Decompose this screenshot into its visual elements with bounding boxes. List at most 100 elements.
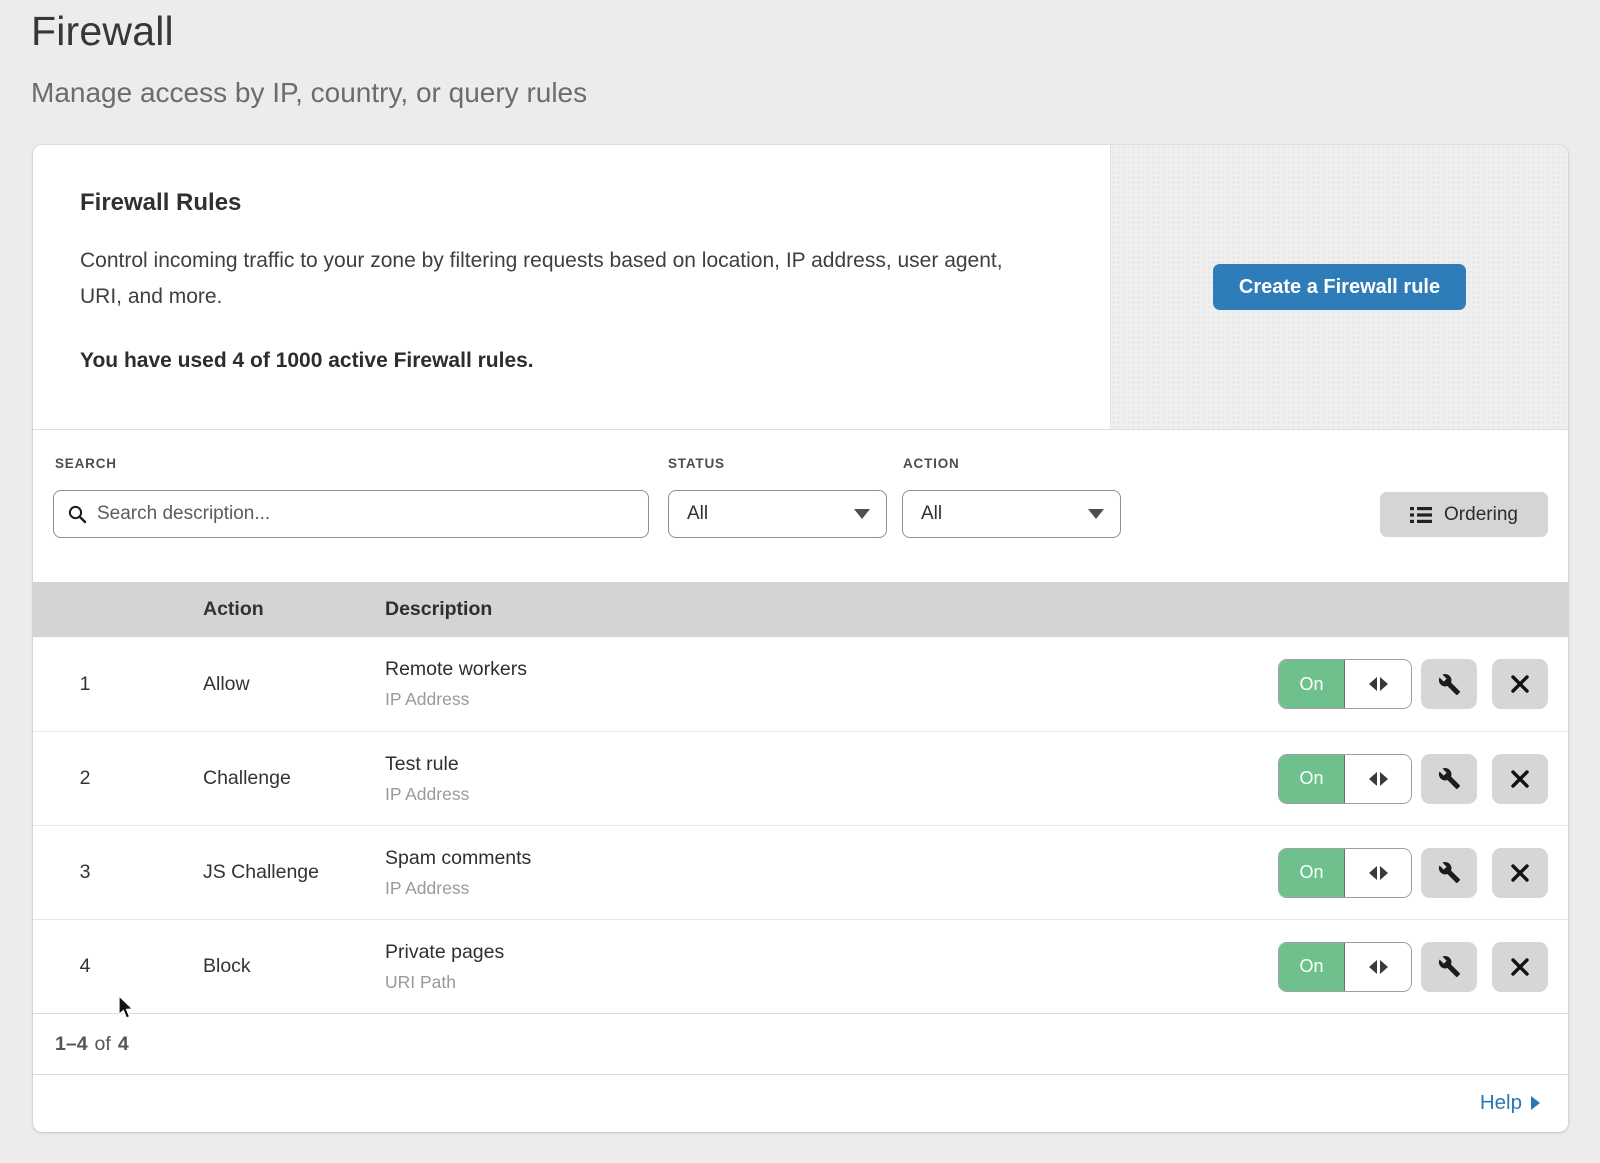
table-row: 4 Block Private pages URI Path On (33, 919, 1568, 1013)
action-column-header: Action (203, 598, 385, 621)
triangle-right-icon (1380, 677, 1388, 691)
rule-controls: On (1276, 942, 1568, 992)
rule-enabled-toggle[interactable]: On (1278, 848, 1412, 898)
edit-rule-button[interactable] (1421, 942, 1477, 992)
ordering-list-icon (1410, 506, 1432, 524)
filters-section: SEARCH STATUS All ACTION All (33, 430, 1568, 582)
action-select[interactable]: All (902, 490, 1121, 538)
close-x-icon (1510, 674, 1530, 694)
rule-priority: 2 (33, 767, 203, 790)
delete-rule-button[interactable] (1492, 659, 1548, 709)
toggle-arrows-icon[interactable] (1345, 849, 1411, 897)
toggle-arrows-icon[interactable] (1345, 755, 1411, 803)
rule-action: Allow (203, 673, 385, 696)
delete-rule-button[interactable] (1492, 754, 1548, 804)
toggle-on-label: On (1279, 943, 1345, 991)
page-title: Firewall (31, 8, 587, 55)
rule-enabled-toggle[interactable]: On (1278, 942, 1412, 992)
rule-action: JS Challenge (203, 861, 385, 884)
rule-priority: 4 (33, 955, 203, 978)
section-heading: Firewall Rules (80, 189, 1062, 217)
triangle-right-icon (1380, 960, 1388, 974)
help-row: Help (33, 1075, 1568, 1131)
wrench-icon (1438, 861, 1461, 884)
delete-rule-button[interactable] (1492, 942, 1548, 992)
search-label: SEARCH (55, 456, 117, 471)
toggle-arrows-icon[interactable] (1345, 943, 1411, 991)
hero-section: Firewall Rules Control incoming traffic … (33, 145, 1568, 430)
rule-match-field: IP Address (385, 689, 1276, 710)
pagination-of: of (95, 1033, 111, 1056)
rule-description-cell: Private pages URI Path (385, 941, 1276, 993)
hero-action-panel: Create a Firewall rule (1110, 145, 1568, 429)
rule-priority: 3 (33, 861, 203, 884)
help-link-label: Help (1480, 1091, 1522, 1115)
triangle-right-icon (1380, 772, 1388, 786)
toggle-on-label: On (1279, 755, 1345, 803)
chevron-down-icon (854, 509, 870, 519)
close-x-icon (1510, 769, 1530, 789)
search-input[interactable] (97, 503, 634, 525)
close-x-icon (1510, 957, 1530, 977)
usage-note: You have used 4 of 1000 active Firewall … (80, 349, 1062, 373)
rule-description: Remote workers (385, 658, 1276, 681)
action-select-value: All (921, 503, 942, 525)
edit-rule-button[interactable] (1421, 848, 1477, 898)
edit-rule-button[interactable] (1421, 754, 1477, 804)
status-select-value: All (687, 503, 708, 525)
rule-controls: On (1276, 659, 1568, 709)
ordering-button-label: Ordering (1444, 504, 1518, 526)
rule-enabled-toggle[interactable]: On (1278, 754, 1412, 804)
rules-table-body: 1 Allow Remote workers IP Address On (33, 637, 1568, 1013)
rule-action: Block (203, 955, 385, 978)
rule-match-field: URI Path (385, 972, 1276, 993)
rule-enabled-toggle[interactable]: On (1278, 659, 1412, 709)
rule-description: Spam comments (385, 847, 1276, 870)
triangle-left-icon (1369, 960, 1377, 974)
toggle-arrows-icon[interactable] (1345, 660, 1411, 708)
rule-description-cell: Spam comments IP Address (385, 847, 1276, 899)
help-link[interactable]: Help (1480, 1091, 1540, 1115)
wrench-icon (1438, 955, 1461, 978)
toggle-on-label: On (1279, 660, 1345, 708)
search-box[interactable] (53, 490, 649, 538)
rule-controls: On (1276, 848, 1568, 898)
status-select[interactable]: All (668, 490, 887, 538)
hero-text-block: Firewall Rules Control incoming traffic … (33, 145, 1110, 429)
toggle-on-label: On (1279, 849, 1345, 897)
rule-priority: 1 (33, 673, 203, 696)
close-x-icon (1510, 863, 1530, 883)
rule-controls: On (1276, 754, 1568, 804)
wrench-icon (1438, 767, 1461, 790)
description-column-header: Description (385, 598, 1276, 621)
table-header: Action Description (33, 582, 1568, 637)
delete-rule-button[interactable] (1492, 848, 1548, 898)
rule-action: Challenge (203, 767, 385, 790)
rule-match-field: IP Address (385, 878, 1276, 899)
pagination-total: 4 (118, 1033, 129, 1056)
rule-description: Test rule (385, 753, 1276, 776)
triangle-right-icon (1380, 866, 1388, 880)
help-arrow-icon (1531, 1096, 1540, 1110)
page-header: Firewall Manage access by IP, country, o… (31, 8, 587, 109)
rule-description-cell: Test rule IP Address (385, 753, 1276, 805)
status-label: STATUS (668, 456, 725, 471)
table-row: 2 Challenge Test rule IP Address On (33, 731, 1568, 825)
pagination-range: 1–4 (55, 1033, 88, 1056)
section-description: Control incoming traffic to your zone by… (80, 243, 1040, 315)
table-row: 3 JS Challenge Spam comments IP Address … (33, 825, 1568, 919)
rule-match-field: IP Address (385, 784, 1276, 805)
pagination-row: 1–4 of 4 (33, 1013, 1568, 1075)
create-firewall-rule-button[interactable]: Create a Firewall rule (1213, 264, 1466, 310)
rule-description-cell: Remote workers IP Address (385, 658, 1276, 710)
ordering-button[interactable]: Ordering (1380, 492, 1548, 537)
triangle-left-icon (1369, 772, 1377, 786)
edit-rule-button[interactable] (1421, 659, 1477, 709)
triangle-left-icon (1369, 866, 1377, 880)
wrench-icon (1438, 673, 1461, 696)
chevron-down-icon (1088, 509, 1104, 519)
firewall-rules-card: Firewall Rules Control incoming traffic … (33, 145, 1568, 1132)
rule-description: Private pages (385, 941, 1276, 964)
triangle-left-icon (1369, 677, 1377, 691)
page-subtitle: Manage access by IP, country, or query r… (31, 77, 587, 109)
